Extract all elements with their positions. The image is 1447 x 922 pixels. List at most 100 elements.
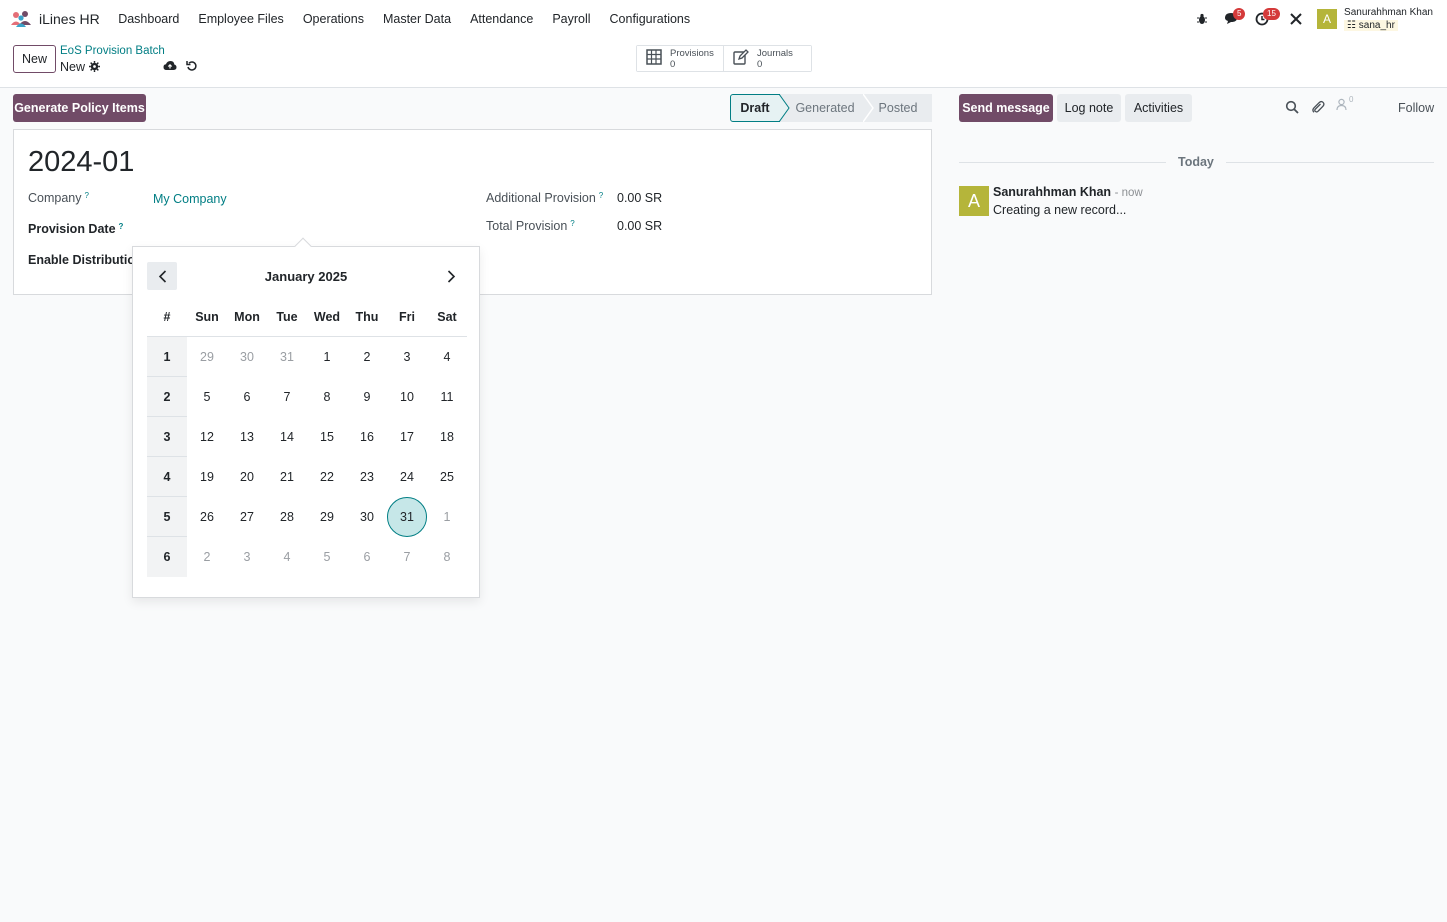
calendar-day-number: 13 xyxy=(240,430,254,444)
debug-bug-icon[interactable] xyxy=(1189,0,1215,37)
calendar-day[interactable]: 30 xyxy=(227,337,267,377)
calendar-day[interactable]: 15 xyxy=(307,417,347,457)
calendar-day[interactable]: 24 xyxy=(387,457,427,497)
calendar-day[interactable]: 2 xyxy=(187,537,227,577)
generate-policy-items-button[interactable]: Generate Policy Items xyxy=(13,94,146,122)
tools-icon[interactable] xyxy=(1283,0,1309,37)
calendar-day[interactable]: 6 xyxy=(347,537,387,577)
menu-dashboard[interactable]: Dashboard xyxy=(109,12,189,26)
calendar-day[interactable]: 4 xyxy=(427,337,467,377)
company-field[interactable]: My Company xyxy=(153,192,227,206)
calendar-day-number: 31 xyxy=(387,497,427,537)
calendar-day[interactable]: 11 xyxy=(427,377,467,417)
messages-icon[interactable]: 5 xyxy=(1219,0,1246,37)
user-name: Sanurahhman Khan xyxy=(1344,6,1433,18)
search-icon[interactable] xyxy=(1285,100,1299,117)
help-tooltip-icon[interactable]: ? xyxy=(570,219,574,228)
database-icon: ☷ xyxy=(1347,19,1356,31)
journals-smart-button[interactable]: Journals 0 xyxy=(724,46,811,71)
calendar-day[interactable]: 17 xyxy=(387,417,427,457)
calendar-day[interactable]: 3 xyxy=(227,537,267,577)
journals-count: 0 xyxy=(757,58,763,70)
enable-distribution-label: Enable Distribution xyxy=(28,253,143,267)
discard-undo-icon[interactable] xyxy=(186,60,198,75)
menu-operations[interactable]: Operations xyxy=(293,12,373,26)
weekday-header: # Sun Mon Tue Wed Thu Fri Sat xyxy=(147,297,467,337)
help-tooltip-icon[interactable]: ? xyxy=(599,191,603,200)
calendar-day[interactable]: 20 xyxy=(227,457,267,497)
menu-master-data[interactable]: Master Data xyxy=(373,12,460,26)
calendar-day[interactable]: 4 xyxy=(267,537,307,577)
send-message-button[interactable]: Send message xyxy=(959,94,1053,122)
new-button[interactable]: New xyxy=(13,45,56,73)
record-title[interactable]: 2024-01 xyxy=(28,146,134,179)
calendar-day[interactable]: 31 xyxy=(267,337,307,377)
month-title[interactable]: January 2025 xyxy=(133,269,479,284)
stage-draft[interactable]: Draft xyxy=(730,94,780,122)
calendar-day[interactable]: 27 xyxy=(227,497,267,537)
calendar-day-number: 19 xyxy=(200,470,214,484)
calendar-day[interactable]: 22 xyxy=(307,457,347,497)
menu-configurations[interactable]: Configurations xyxy=(600,12,700,26)
gear-icon[interactable] xyxy=(89,60,100,75)
menu-employee-files[interactable]: Employee Files xyxy=(189,12,293,26)
paperclip-icon[interactable] xyxy=(1311,100,1325,117)
calendar-day[interactable]: 5 xyxy=(187,377,227,417)
calendar-day[interactable]: 18 xyxy=(427,417,467,457)
app-name[interactable]: iLines HR xyxy=(39,11,100,27)
calendar-day[interactable]: 8 xyxy=(307,377,347,417)
log-note-button[interactable]: Log note xyxy=(1057,94,1121,122)
menu-attendance[interactable]: Attendance xyxy=(461,12,543,26)
user-menu[interactable]: Sanurahhman Khan ☷ sana_hr xyxy=(1344,7,1433,31)
calendar-day[interactable]: 2 xyxy=(347,337,387,377)
calendar-day[interactable]: 26 xyxy=(187,497,227,537)
stage-generated[interactable]: Generated xyxy=(780,94,864,122)
calendar-day[interactable]: 6 xyxy=(227,377,267,417)
menu-payroll[interactable]: Payroll xyxy=(543,12,600,26)
calendar-day[interactable]: 30 xyxy=(347,497,387,537)
provisions-count: 0 xyxy=(670,58,676,70)
activities-clock-icon[interactable]: 15 xyxy=(1249,0,1280,37)
provisions-smart-button[interactable]: Provisions 0 xyxy=(637,46,724,71)
weekday-tue: Tue xyxy=(276,310,298,324)
user-avatar[interactable]: A xyxy=(1317,8,1338,29)
breadcrumb[interactable]: EoS Provision Batch xyxy=(60,45,165,57)
message-author-avatar[interactable]: A xyxy=(959,186,989,216)
calendar-day[interactable]: 13 xyxy=(227,417,267,457)
calendar-day[interactable]: 29 xyxy=(307,497,347,537)
calendar-day[interactable]: 1 xyxy=(427,497,467,537)
calendar-day[interactable]: 23 xyxy=(347,457,387,497)
save-cloud-icon[interactable] xyxy=(163,60,177,75)
calendar-day[interactable]: 25 xyxy=(427,457,467,497)
calendar-day[interactable]: 10 xyxy=(387,377,427,417)
calendar-day[interactable]: 9 xyxy=(347,377,387,417)
calendar-day[interactable]: 7 xyxy=(387,537,427,577)
app-logo-icon[interactable] xyxy=(10,10,32,28)
follow-button[interactable]: Follow xyxy=(1398,101,1434,115)
calendar-day[interactable]: 28 xyxy=(267,497,307,537)
activities-button[interactable]: Activities xyxy=(1125,94,1192,122)
company-label: Company? xyxy=(28,191,89,205)
calendar-day[interactable]: 19 xyxy=(187,457,227,497)
date-picker-popover: January 2025 # Sun Mon Tue Wed Thu Fri S… xyxy=(132,237,480,598)
message-author[interactable]: Sanurahhman Khan - now xyxy=(993,185,1143,199)
calendar-day-number: 21 xyxy=(280,470,294,484)
calendar-day[interactable]: 16 xyxy=(347,417,387,457)
followers-user-icon[interactable]: 0 xyxy=(1336,95,1353,114)
help-tooltip-icon[interactable]: ? xyxy=(119,222,124,231)
help-tooltip-icon[interactable]: ? xyxy=(85,191,89,200)
calendar-day[interactable]: 8 xyxy=(427,537,467,577)
calendar-day[interactable]: 29 xyxy=(187,337,227,377)
calendar-day[interactable]: 14 xyxy=(267,417,307,457)
calendar-day-selected[interactable]: 31 xyxy=(387,497,427,537)
calendar-day-number: 6 xyxy=(363,550,371,564)
calendar-day[interactable]: 3 xyxy=(387,337,427,377)
calendar-day[interactable]: 5 xyxy=(307,537,347,577)
calendar-day[interactable]: 21 xyxy=(267,457,307,497)
next-month-button[interactable] xyxy=(436,262,466,290)
calendar-day[interactable]: 7 xyxy=(267,377,307,417)
calendar-day[interactable]: 12 xyxy=(187,417,227,457)
week-number-header: # xyxy=(163,310,171,324)
message-author-name: Sanurahhman Khan xyxy=(993,185,1112,199)
calendar-day[interactable]: 1 xyxy=(307,337,347,377)
